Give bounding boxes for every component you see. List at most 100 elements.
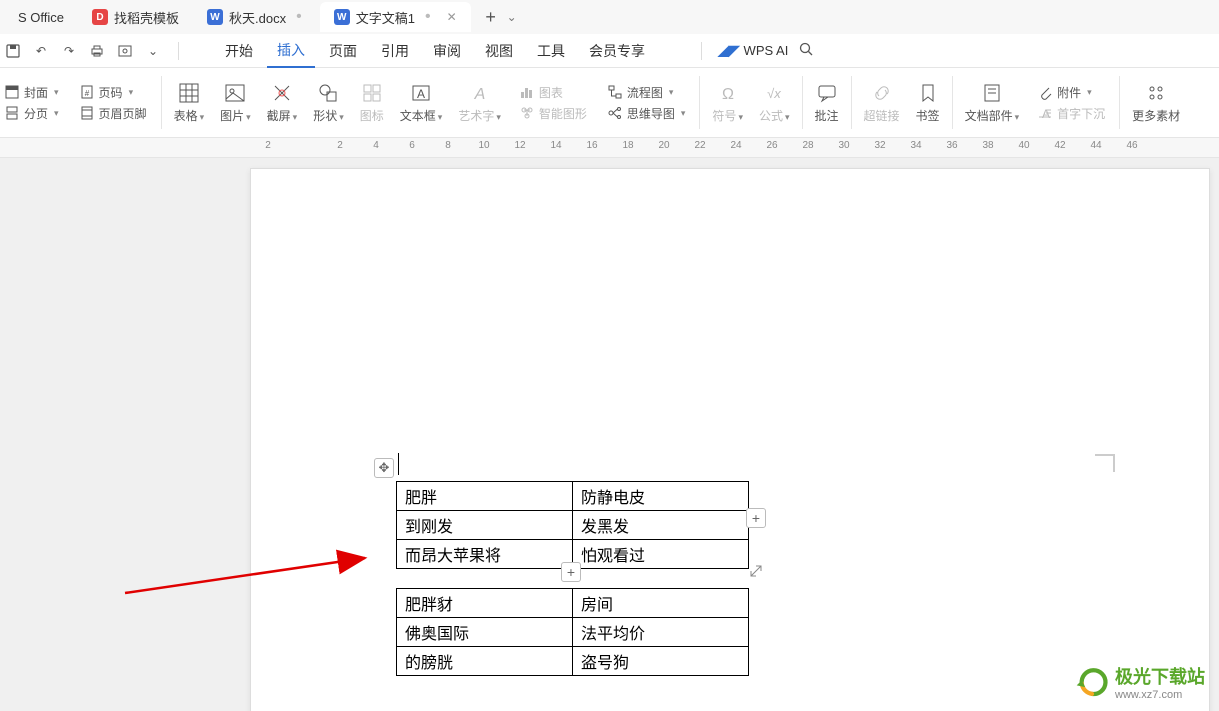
- save-icon[interactable]: [4, 42, 22, 60]
- tab-doc2[interactable]: W 文字文稿1 • ✕: [320, 2, 471, 32]
- add-row-button[interactable]: +: [561, 562, 581, 582]
- menu-page[interactable]: 页面: [319, 35, 367, 67]
- attachment-button[interactable]: 附件▾: [1037, 84, 1105, 101]
- pagebreak-button[interactable]: 分页▾: [4, 105, 59, 122]
- mind-icon: [607, 105, 623, 121]
- table-cell[interactable]: 肥胖: [397, 482, 573, 511]
- textbox-button[interactable]: A 文本框▾: [392, 72, 451, 133]
- ruler-mark: 18: [610, 140, 646, 151]
- formula-icon: √x: [762, 81, 786, 105]
- table-cell[interactable]: 到刚发: [397, 511, 573, 540]
- ruler-mark: 26: [754, 140, 790, 151]
- table-cell[interactable]: 法平均价: [573, 618, 749, 647]
- table-cell[interactable]: 肥胖豺: [397, 589, 573, 618]
- pagenum-button[interactable]: # 页码▾: [79, 84, 147, 101]
- table-button[interactable]: 表格▾: [166, 72, 213, 133]
- shape-label: 形状: [313, 109, 337, 123]
- ruler-mark: 42: [1042, 140, 1078, 151]
- ruler-mark: 16: [574, 140, 610, 151]
- headerfooter-button[interactable]: 页眉页脚: [79, 105, 147, 122]
- ribbon-sep: [699, 76, 700, 129]
- screenshot-button[interactable]: 截屏▾: [259, 72, 306, 133]
- shape-button[interactable]: 形状▾: [305, 72, 352, 133]
- pagenum-icon: #: [79, 84, 95, 100]
- ribbon-group-page: 封面▾ 分页▾: [0, 72, 69, 133]
- close-icon[interactable]: ✕: [441, 10, 457, 24]
- menu-reference[interactable]: 引用: [371, 35, 419, 67]
- comment-label: 批注: [815, 107, 839, 124]
- menu-member[interactable]: 会员专享: [579, 35, 655, 67]
- wordart-button[interactable]: A 艺术字▾: [450, 72, 509, 133]
- redo-icon[interactable]: ↷: [60, 42, 78, 60]
- table-cell[interactable]: 发黑发: [573, 511, 749, 540]
- icongrid-icon: [360, 81, 384, 105]
- table-2[interactable]: 肥胖豺 房间 佛奥国际 法平均价 的膀胱 盗号狗: [396, 588, 749, 676]
- menu-insert[interactable]: 插入: [267, 34, 315, 68]
- table-cell[interactable]: 的膀胱: [397, 647, 573, 676]
- qa-more-icon[interactable]: ⌄: [144, 42, 162, 60]
- docpart-button[interactable]: 文档部件▾: [957, 72, 1028, 133]
- mind-button[interactable]: 思维导图▾: [607, 105, 686, 122]
- table-resize-handle[interactable]: [747, 562, 765, 580]
- wpsai-button[interactable]: ◢◤ WPS AI: [718, 42, 788, 59]
- table-row[interactable]: 肥胖 防静电皮: [397, 482, 749, 511]
- document-area[interactable]: ✥ 肥胖 防静电皮 到刚发 发黑发 而昂大苹果将 怕观看过 + + 肥胖豺 房间…: [0, 158, 1219, 711]
- cover-button[interactable]: 封面▾: [4, 84, 59, 101]
- hyperlink-label: 超链接: [864, 107, 900, 124]
- ruler-mark: 6: [394, 140, 430, 151]
- table-row[interactable]: 到刚发 发黑发: [397, 511, 749, 540]
- page-margin-corner: [1095, 454, 1115, 472]
- tab-doc2-dirty-dot: •: [421, 8, 435, 26]
- table-cell[interactable]: 房间: [573, 589, 749, 618]
- menu-start[interactable]: 开始: [215, 35, 263, 67]
- add-column-button[interactable]: +: [746, 508, 766, 528]
- table-row[interactable]: 肥胖豺 房间: [397, 589, 749, 618]
- more-button[interactable]: 更多素材: [1124, 72, 1188, 133]
- menu-tool[interactable]: 工具: [527, 35, 575, 67]
- tab-doc1[interactable]: W 秋天.docx •: [193, 2, 320, 32]
- table-1[interactable]: 肥胖 防静电皮 到刚发 发黑发 而昂大苹果将 怕观看过: [396, 481, 749, 569]
- chart-button[interactable]: 图表: [519, 84, 587, 101]
- table-cell[interactable]: 怕观看过: [573, 540, 749, 569]
- table-row[interactable]: 的膀胱 盗号狗: [397, 647, 749, 676]
- print-icon[interactable]: [88, 42, 106, 60]
- ruler-mark: 4: [358, 140, 394, 151]
- table-cell[interactable]: 而昂大苹果将: [397, 540, 573, 569]
- hyperlink-button[interactable]: 超链接: [856, 72, 908, 133]
- add-tab-button[interactable]: +: [479, 5, 503, 29]
- dropcap-button[interactable]: A 首字下沉: [1037, 105, 1105, 122]
- bookmark-button[interactable]: 书签: [908, 72, 948, 133]
- menu-view[interactable]: 视图: [475, 35, 523, 67]
- table-cell[interactable]: 佛奥国际: [397, 618, 573, 647]
- tab-doc1-dirty-dot: •: [292, 8, 306, 26]
- table-cell[interactable]: 盗号狗: [573, 647, 749, 676]
- formula-button[interactable]: √x 公式▾: [751, 72, 798, 133]
- flow-button[interactable]: 流程图▾: [607, 84, 686, 101]
- horizontal-ruler[interactable]: 2 2 4 6 8 10 12 14 16 18 20 22 24 26 28 …: [0, 138, 1219, 158]
- attachment-label: 附件: [1057, 84, 1081, 101]
- tabs-expand-button[interactable]: ⌄: [507, 10, 517, 24]
- more-label: 更多素材: [1132, 107, 1180, 124]
- comment-button[interactable]: 批注: [807, 72, 847, 133]
- ruler-mark: 38: [970, 140, 1006, 151]
- tab-office[interactable]: S Office: [4, 2, 78, 32]
- undo-icon[interactable]: ↶: [32, 42, 50, 60]
- tab-office-label: S Office: [18, 10, 64, 25]
- search-icon[interactable]: [798, 41, 814, 60]
- svg-text:#: #: [84, 89, 89, 98]
- icon-button[interactable]: 图标: [352, 72, 392, 133]
- table-row[interactable]: 佛奥国际 法平均价: [397, 618, 749, 647]
- tab-daoke[interactable]: D 找稻壳模板: [78, 2, 193, 32]
- picture-button[interactable]: 图片▾: [212, 72, 259, 133]
- symbol-button[interactable]: Ω 符号▾: [704, 72, 751, 133]
- table-move-handle[interactable]: ✥: [374, 458, 394, 478]
- ruler-mark: 8: [430, 140, 466, 151]
- ribbon-insert: 封面▾ 分页▾ # 页码▾ 页眉页脚 表格▾ 图片▾ 截屏▾ 形状▾ 图标: [0, 68, 1219, 138]
- ruler-mark: 34: [898, 140, 934, 151]
- smartart-label: 智能图形: [539, 105, 587, 122]
- svg-text:√x: √x: [767, 86, 781, 101]
- preview-icon[interactable]: [116, 42, 134, 60]
- table-cell[interactable]: 防静电皮: [573, 482, 749, 511]
- menu-review[interactable]: 审阅: [423, 35, 471, 67]
- smartart-button[interactable]: 智能图形: [519, 105, 587, 122]
